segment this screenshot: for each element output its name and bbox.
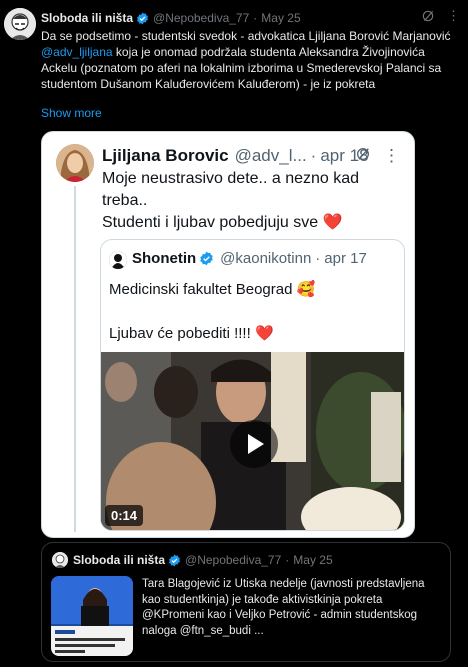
separator: · — [285, 553, 290, 567]
card1-line2-row: Studenti i ljubav pobedjuju sve ❤️ — [102, 212, 402, 234]
card1-text: Moje neustrasivo dete.. a nezno kad treb… — [102, 168, 402, 234]
card1-handle: @adv_l... — [234, 146, 307, 165]
card2-line2-row: Ljubav će pobediti !!!! ❤️ — [109, 324, 274, 342]
card2-line1-row: Medicinski fakultet Beograd 🥰 — [109, 280, 315, 298]
quoted-tweet[interactable]: Sloboda ili ništa @Nepobediva_77 · May 2… — [41, 542, 451, 662]
separator: · — [315, 250, 321, 267]
quote-thumbnail — [51, 576, 133, 656]
quote-avatar — [52, 552, 68, 568]
mention-link[interactable]: @adv_ljiljana — [41, 45, 113, 59]
tweet-text-part: Da se podsetimo - studentski svedok - ad… — [41, 29, 451, 43]
quote-date: May 25 — [293, 553, 333, 567]
quote-text: Tara Blagojević iz Utiska nedelje (javno… — [142, 578, 425, 637]
author-avatar[interactable] — [4, 8, 36, 40]
tweet[interactable]: Sloboda ili ništa @Nepobediva_77 · May 2… — [0, 0, 468, 667]
verified-icon — [137, 12, 148, 24]
card2-avatar — [109, 251, 127, 269]
heart-emoji: ❤️ — [254, 325, 274, 342]
nested-quote-tweet: Shonetin @kaonikotinn · apr 17 Medicinsk… — [100, 239, 405, 531]
card1-line1: Moje neustrasivo dete.. a nezno kad treb… — [102, 170, 360, 209]
verified-icon — [169, 554, 180, 566]
card1-header: Ljiljana Borovic @adv_l... · apr 18 — [102, 146, 369, 166]
quote-author-name: Sloboda ili ništa — [73, 553, 166, 567]
card1-avatar — [56, 144, 94, 182]
card2-date: apr 17 — [324, 250, 367, 267]
thread-line — [74, 186, 76, 532]
more-icon[interactable]: ⋮ — [447, 8, 460, 24]
card1-line2: Studenti i ljubav pobedjuju sve — [102, 214, 319, 231]
smile-emoji: 🥰 — [296, 281, 316, 298]
separator: · — [310, 146, 317, 165]
show-more-link[interactable]: Show more — [41, 106, 102, 120]
tweet-text: Da se podsetimo - studentski svedok - ad… — [41, 28, 461, 92]
separator: · — [253, 11, 258, 25]
card1-author-name: Ljiljana Borovic — [102, 146, 229, 165]
video-duration: 0:14 — [105, 505, 144, 526]
verified-icon — [200, 251, 213, 266]
play-icon[interactable] — [230, 420, 278, 468]
more-icon: ⋮ — [383, 146, 400, 165]
tweet-header: Sloboda ili ništa @Nepobediva_77 · May 2… — [41, 10, 301, 26]
header-icons: ⋮ — [421, 8, 460, 24]
quote-header: Sloboda ili ništa @Nepobediva_77 · May 2… — [73, 553, 333, 567]
tweet-date[interactable]: May 25 — [261, 11, 300, 25]
grok-icon — [357, 148, 369, 160]
card2-line2: Ljubav će pobediti !!!! — [109, 325, 251, 342]
card2-author-name: Shonetin — [132, 250, 197, 267]
card2-line1: Medicinski fakultet Beograd — [109, 281, 293, 298]
embedded-tweet-image[interactable]: Ljiljana Borovic @adv_l... · apr 18 ⋮ Mo… — [41, 131, 415, 538]
grok-icon[interactable] — [421, 9, 435, 23]
card2-handle: @kaonikotinn — [220, 250, 312, 267]
author-handle[interactable]: @Nepobediva_77 — [153, 11, 249, 25]
author-name[interactable]: Sloboda ili ništa — [41, 11, 133, 25]
heart-emoji: ❤️ — [322, 214, 343, 231]
video-thumbnail: 0:14 — [101, 352, 404, 530]
card2-header: Shonetin @kaonikotinn · apr 17 — [132, 250, 367, 267]
card1-icons: ⋮ — [355, 146, 400, 166]
quote-handle: @Nepobediva_77 — [185, 553, 282, 567]
